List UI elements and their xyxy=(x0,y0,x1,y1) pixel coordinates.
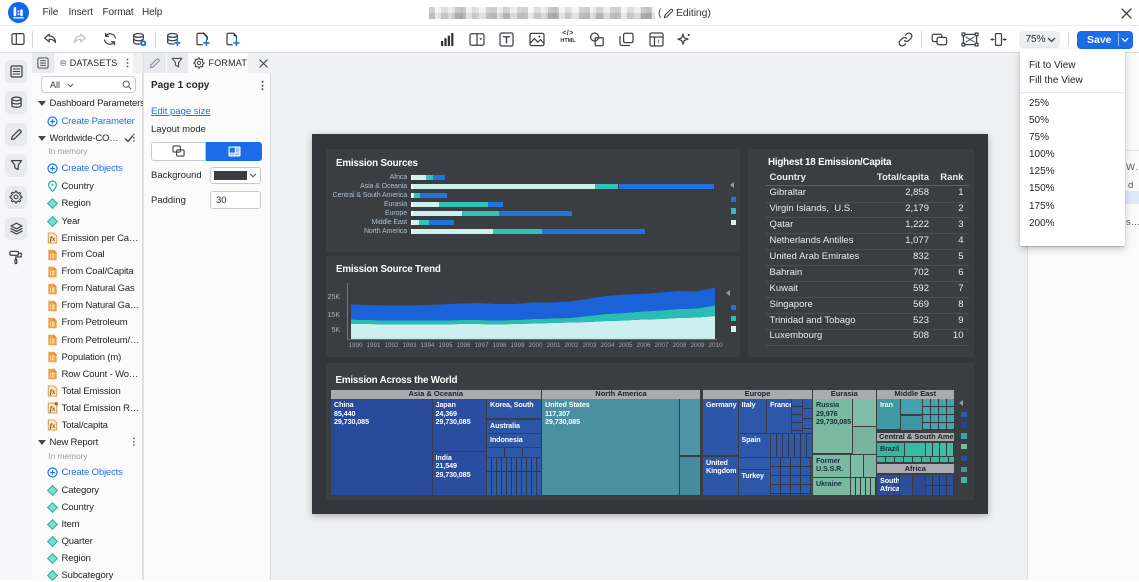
svg-text:fx: fx xyxy=(49,235,55,243)
svg-text:fx: fx xyxy=(49,422,55,430)
svg-text:fx: fx xyxy=(49,405,55,413)
svg-text:i: i xyxy=(658,39,659,45)
svg-text:fx: fx xyxy=(49,388,55,396)
